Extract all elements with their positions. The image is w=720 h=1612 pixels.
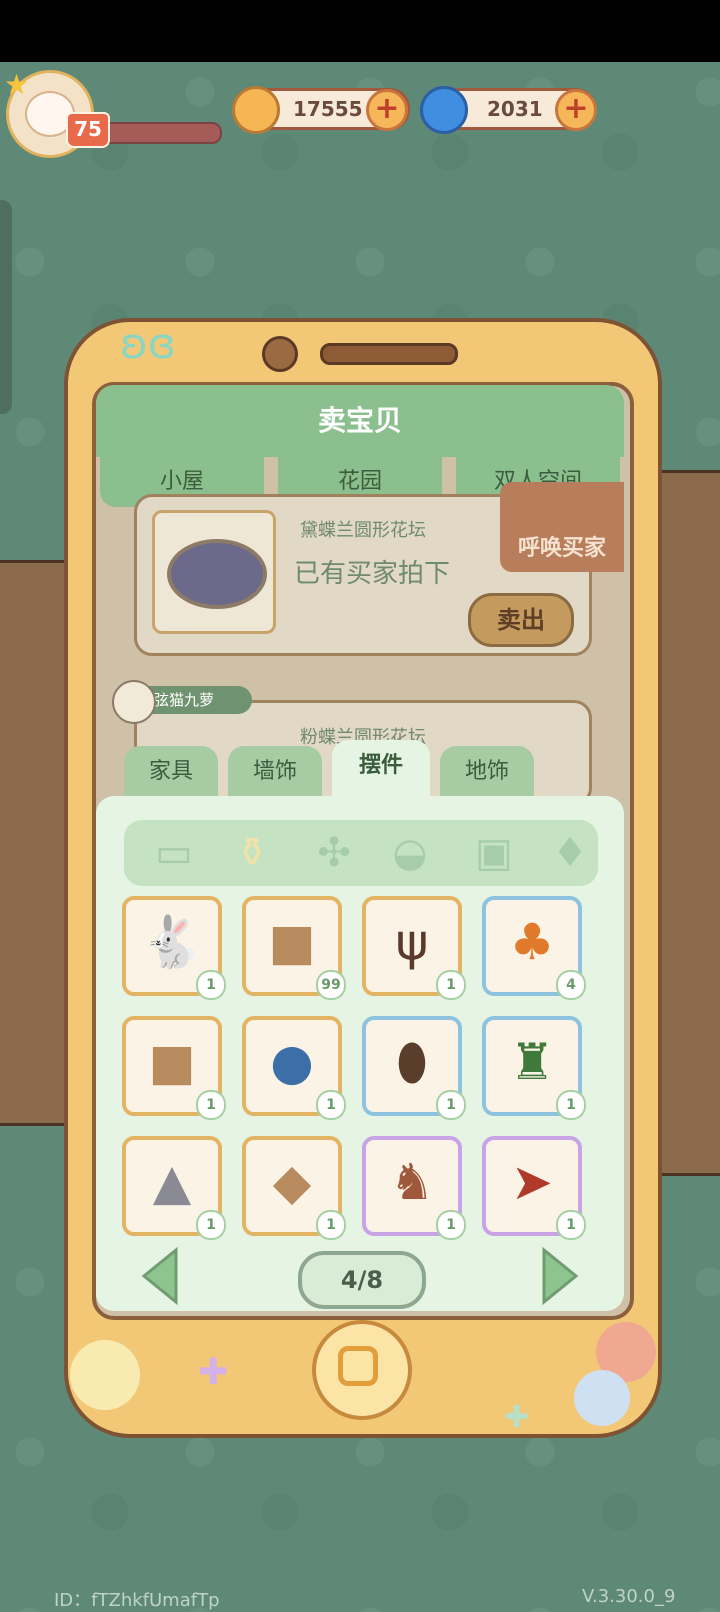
add-gems-button[interactable]: +: [555, 89, 597, 131]
item-slot[interactable]: ψ 1: [362, 896, 466, 1000]
tab-furniture[interactable]: 家具: [124, 746, 218, 798]
sparkle-icon: ✚: [198, 1352, 229, 1393]
side-drawer-handle[interactable]: [0, 200, 12, 414]
coin-icon: [232, 86, 280, 134]
cardboard-box-icon: ■: [268, 913, 316, 971]
camera-icon: [262, 336, 298, 372]
speaker-slot: [320, 343, 458, 365]
item-slot[interactable]: ▲ 1: [122, 1136, 226, 1240]
pet-bowl-icon[interactable]: ◒: [384, 827, 436, 879]
rose-decoration-icon: [574, 1370, 630, 1426]
item-count: 1: [556, 1090, 586, 1120]
red-sled-icon: ➤: [511, 1153, 553, 1211]
mountain-model-icon: ▲: [152, 1153, 192, 1211]
level-badge: 75: [66, 112, 110, 148]
page-indicator: 4/8: [298, 1251, 426, 1309]
item-slot[interactable]: ➤ 1: [482, 1136, 586, 1240]
item-slot[interactable]: ♣ 4: [482, 896, 586, 1000]
item-count: 99: [316, 970, 346, 1000]
coin-jar-icon: ⬮: [396, 1033, 428, 1091]
item-slot[interactable]: ◆ 1: [242, 1136, 346, 1240]
playing-card-icon[interactable]: ♦: [544, 827, 596, 879]
item-count: 1: [436, 1090, 466, 1120]
player-id: ID：fTZhkfUmafTp: [54, 1590, 220, 1611]
buyer-icon: [500, 482, 624, 530]
item-count: 1: [316, 1090, 346, 1120]
next-page-button[interactable]: [540, 1246, 580, 1306]
pillow-icon[interactable]: ▭: [148, 827, 200, 879]
sell-button[interactable]: 卖出: [468, 593, 574, 647]
version-label: V.3.30.0_9: [582, 1586, 676, 1607]
fan-icon[interactable]: ✣: [308, 827, 360, 879]
item-count: 1: [436, 970, 466, 1000]
item-slot[interactable]: ■ 1: [122, 1016, 226, 1120]
experience-bar: [100, 122, 222, 144]
star-icon: ★: [4, 68, 30, 101]
item-count: 1: [196, 1210, 226, 1240]
item-count: 1: [196, 1090, 226, 1120]
tab-wall-decor[interactable]: 墙饰: [228, 746, 322, 798]
tab-ornaments[interactable]: 摆件: [332, 740, 430, 800]
item-slot[interactable]: ♞ 1: [362, 1136, 466, 1240]
home-button[interactable]: [312, 1320, 412, 1420]
listing-status: 已有买家拍下: [294, 559, 451, 589]
prev-page-button[interactable]: [140, 1246, 180, 1306]
square-icon: [338, 1346, 378, 1386]
cardboard-box-icon: ■: [148, 1033, 196, 1091]
item-slot[interactable]: ⬮ 1: [362, 1016, 466, 1120]
listing-item-name: 黛蝶兰圆形花坛: [300, 520, 426, 541]
item-slot[interactable]: ● 1: [242, 1016, 346, 1120]
flowerbed-thumbnail: [152, 510, 276, 634]
item-slot[interactable]: 🐇 1: [122, 896, 226, 1000]
orange-bonsai-icon: ♣: [509, 913, 555, 971]
item-count: 1: [556, 1210, 586, 1240]
add-coins-button[interactable]: +: [366, 89, 408, 131]
sparkle-icon: ✚: [504, 1400, 530, 1435]
summon-buyer-button[interactable]: 呼唤买家: [500, 482, 624, 572]
coin-count: 17555: [293, 97, 363, 121]
seller-avatar: [112, 680, 156, 724]
item-count: 1: [316, 1210, 346, 1240]
antler-ornament-icon: ψ: [395, 913, 429, 971]
toilet-paper-icon[interactable]: ▣: [468, 827, 520, 879]
globe-icon: ●: [270, 1033, 314, 1091]
page-title: 卖宝贝: [317, 404, 402, 437]
cat-figurine-icon: ♞: [389, 1153, 435, 1211]
cardboard-box-icon: ◆: [272, 1153, 312, 1211]
item-count: 1: [196, 970, 226, 1000]
tab-floor-decor[interactable]: 地饰: [440, 746, 534, 798]
top-hat-plant-icon: ♜: [509, 1033, 555, 1091]
item-slot[interactable]: ♜ 1: [482, 1016, 586, 1120]
vase-icon[interactable]: ⚱: [226, 827, 278, 879]
item-slot[interactable]: ■ 99: [242, 896, 346, 1000]
gem-count: 2031: [487, 97, 543, 121]
swirl-gem-icon: [420, 86, 468, 134]
rabbit-plush-icon: 🐇: [140, 913, 204, 971]
item-count: 1: [436, 1210, 466, 1240]
rose-decoration-icon: [70, 1340, 140, 1410]
status-bar: [0, 0, 720, 62]
item-count: 4: [556, 970, 586, 1000]
butterfly-icon: ʚɞ: [120, 319, 176, 368]
summon-buyer-label: 呼唤买家: [517, 536, 606, 561]
